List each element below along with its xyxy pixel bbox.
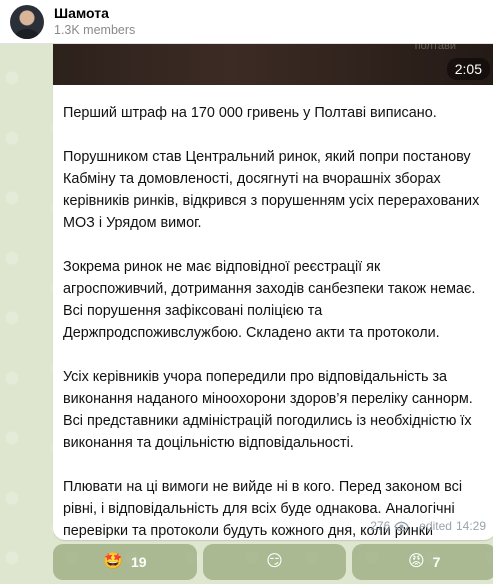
reaction-count: 7	[432, 554, 441, 570]
channel-name[interactable]: Шамота	[54, 5, 135, 22]
channel-header[interactable]: Шамота 1.3K members	[0, 0, 493, 44]
reaction-smirk[interactable]: 😏	[202, 544, 347, 580]
angry-emoji-icon: 😡	[407, 553, 425, 570]
reaction-count: 19	[131, 554, 147, 570]
smirk-emoji-icon: 😏	[266, 553, 283, 570]
star-struck-emoji-icon: 🤩	[103, 553, 123, 570]
message-paragraph: Порушником став Центральний ринок, який …	[63, 149, 480, 231]
message-text: Перший штраф на 170 000 гривень у Полтав…	[63, 102, 488, 540]
message-paragraph: Усіх керівників учора попередили про від…	[63, 369, 473, 451]
members-count: 1.3K members	[54, 23, 136, 37]
message-paragraph: Перший штраф на 170 000 гривень у Полтав…	[63, 105, 437, 121]
message-time: 14:29	[455, 519, 486, 533]
message-paragraph: Зокрема ринок не має відповідної реєстра…	[63, 259, 476, 341]
reaction-angry[interactable]: 😡 7	[352, 544, 493, 580]
video-duration: 2:05	[446, 58, 490, 80]
edited-label: edited	[419, 519, 452, 533]
video-watermark: полтави	[414, 44, 456, 52]
channel-avatar[interactable]	[10, 4, 44, 39]
message-meta: 276 edited 14:29	[370, 519, 486, 533]
eye-icon	[394, 521, 410, 531]
channel-info: Шамота 1.3K members	[54, 5, 135, 38]
views-count: 276	[370, 519, 391, 533]
video-thumbnail[interactable]: полтави 2:05	[53, 44, 493, 85]
reactions-bar: 🤩 19 😏 😡 7	[53, 544, 493, 580]
message-bubble: полтави 2:05 Перший штраф на 170 000 гри…	[53, 44, 493, 540]
reaction-star-struck[interactable]: 🤩 19	[53, 544, 197, 580]
